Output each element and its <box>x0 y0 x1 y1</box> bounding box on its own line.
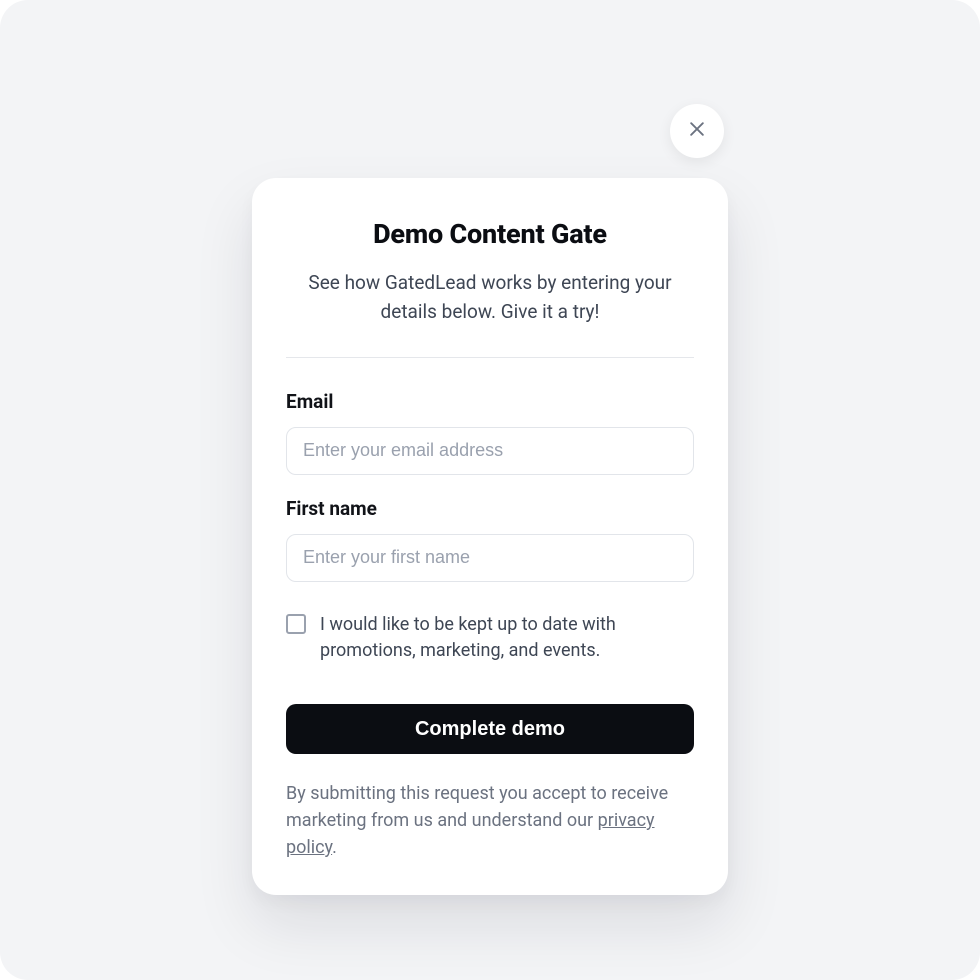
page-background: Demo Content Gate See how GatedLead work… <box>0 0 980 980</box>
email-label: Email <box>286 390 694 413</box>
marketing-optin-row: I would like to be kept up to date with … <box>286 612 694 664</box>
email-field-group: Email <box>286 390 694 475</box>
disclaimer-text: By submitting this request you accept to… <box>286 780 694 861</box>
disclaimer-suffix: . <box>332 837 337 858</box>
email-input[interactable] <box>286 427 694 475</box>
modal-subtitle: See how GatedLead works by entering your… <box>286 268 694 327</box>
content-gate-modal: Demo Content Gate See how GatedLead work… <box>252 178 728 895</box>
marketing-optin-label: I would like to be kept up to date with … <box>320 612 694 664</box>
modal-title: Demo Content Gate <box>286 218 694 250</box>
first-name-input[interactable] <box>286 534 694 582</box>
close-icon <box>687 119 707 143</box>
marketing-optin-checkbox[interactable] <box>286 614 306 634</box>
first-name-label: First name <box>286 497 694 520</box>
close-button[interactable] <box>670 104 724 158</box>
first-name-field-group: First name <box>286 497 694 582</box>
submit-button[interactable]: Complete demo <box>286 704 694 754</box>
divider <box>286 357 694 358</box>
